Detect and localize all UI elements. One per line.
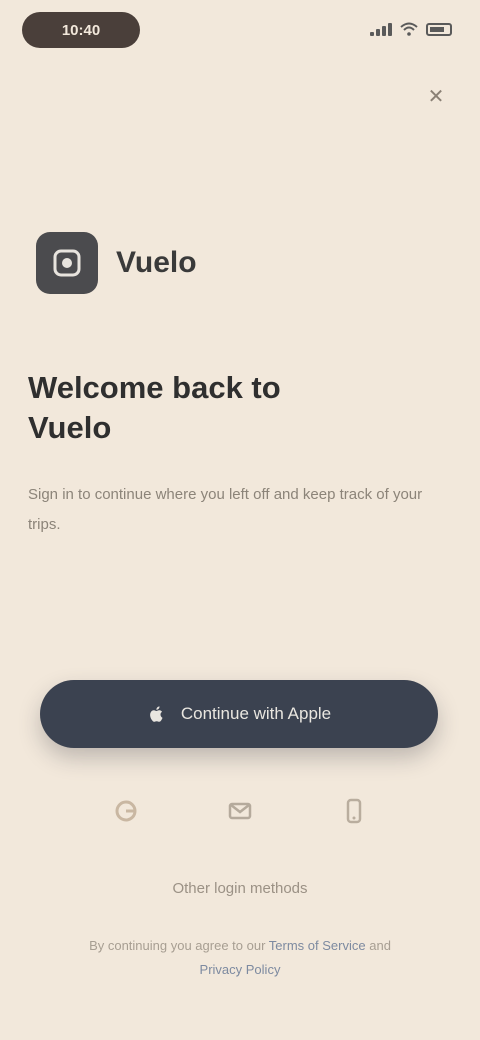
close-icon: ✕ <box>427 85 445 108</box>
status-bar: 10:40 <box>0 0 480 64</box>
apple-icon <box>149 706 163 722</box>
brand-name: Vuelo <box>116 246 197 279</box>
google-login-button[interactable] <box>105 790 147 832</box>
page-subtitle: Sign in to continue where you left off a… <box>28 486 423 533</box>
page-title: Welcome back to Vuelo <box>28 370 281 445</box>
close-button[interactable]: ✕ <box>420 80 452 112</box>
battery-icon <box>426 22 452 36</box>
agreement-conjunction: and <box>369 938 391 953</box>
terms-link[interactable]: Terms of Service <box>269 938 366 953</box>
privacy-link[interactable]: Privacy Policy <box>200 962 281 977</box>
status-icons <box>370 22 452 36</box>
alternative-login-row <box>0 790 480 832</box>
agreement-prefix: By continuing you agree to our <box>89 938 266 953</box>
wifi-icon <box>400 22 418 36</box>
signal-icon <box>370 22 392 36</box>
email-icon <box>228 802 252 820</box>
status-time: 10:40 <box>61 21 101 39</box>
continue-with-apple-label: Continue with Apple <box>180 704 332 723</box>
agreement-text: By continuing you agree to our Terms of … <box>80 934 400 982</box>
phone-login-button[interactable] <box>333 790 375 832</box>
brand: Vuelo <box>36 232 197 294</box>
continue-with-apple-button[interactable]: Continue with Apple <box>40 680 438 748</box>
app-logo-icon <box>36 232 98 294</box>
email-login-button[interactable] <box>219 790 261 832</box>
other-login-methods-link[interactable]: Other login methods <box>0 880 480 897</box>
status-time-pill: 10:40 <box>22 12 140 48</box>
phone-icon <box>346 798 362 824</box>
google-icon <box>115 800 137 822</box>
